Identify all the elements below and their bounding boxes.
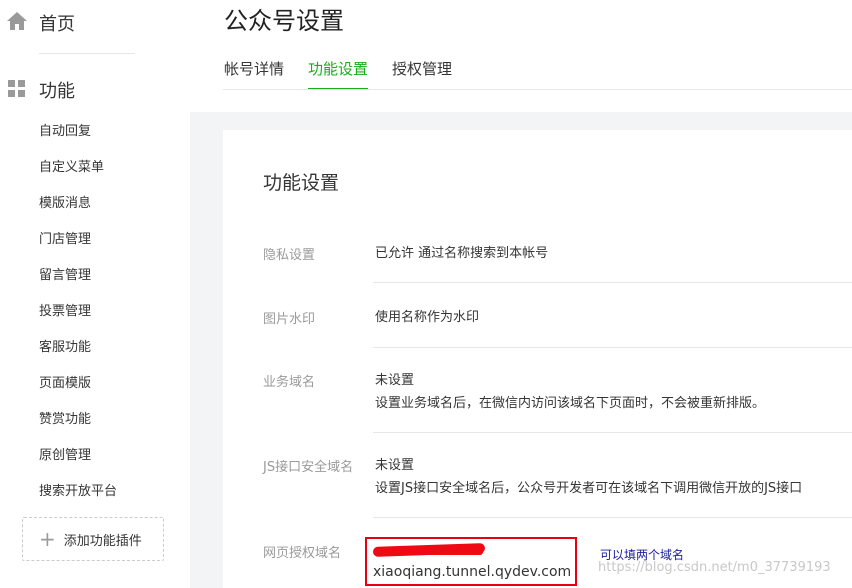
panel-title: 功能设置 [263, 172, 340, 194]
redaction-scribble [427, 549, 483, 555]
sidebar-item-page-template[interactable]: 页面模版 [0, 366, 190, 402]
setting-label: 图片水印 [263, 312, 316, 327]
setting-row-privacy[interactable]: 隐私设置 已允许 通过名称搜索到本帐号 [263, 244, 852, 268]
sidebar-home-label: 首页 [39, 14, 75, 35]
sidebar-item-vote-management[interactable]: 投票管理 [0, 294, 190, 330]
tab-authorization-management[interactable]: 授权管理 [392, 58, 452, 90]
add-plugin-label: 添加功能插件 [63, 533, 142, 549]
sidebar-item-original-management[interactable]: 原创管理 [0, 438, 190, 474]
setting-row-js-api-domain[interactable]: JS接口安全域名 未设置 设置JS接口安全域名后，公众号开发者可在该域名下调用微… [263, 456, 852, 504]
sidebar-home[interactable]: 首页 [0, 0, 190, 44]
row-divider [373, 282, 852, 283]
setting-value: 已允许 通过名称搜索到本帐号 [375, 246, 549, 261]
sidebar-menu: 自动回复 自定义菜单 模版消息 门店管理 留言管理 投票管理 客服功能 页面模版… [0, 114, 190, 510]
setting-label: 隐私设置 [263, 248, 316, 263]
page-header: 公众号设置 帐号详情 功能设置 授权管理 [190, 0, 852, 112]
setting-value: 未设置 [375, 373, 415, 388]
sidebar-item-comment-management[interactable]: 留言管理 [0, 258, 190, 294]
setting-value: 未设置 [375, 458, 415, 473]
setting-label: 业务域名 [263, 375, 316, 390]
grid-icon [8, 80, 25, 97]
sidebar-item-customer-service[interactable]: 客服功能 [0, 330, 190, 366]
settings-panel: 功能设置 隐私设置 已允许 通过名称搜索到本帐号 图片水印 使用名称作为水印 业… [223, 130, 852, 588]
tab-function-settings[interactable]: 功能设置 [308, 58, 369, 90]
sidebar-item-store-management[interactable]: 门店管理 [0, 222, 190, 258]
setting-description: 设置业务域名后，在微信内访问该域名下页面时，不会被重新排版。 [375, 396, 766, 411]
row-divider [373, 517, 852, 518]
setting-row-image-watermark[interactable]: 图片水印 使用名称作为水印 [263, 308, 852, 332]
tab-account-details[interactable]: 帐号详情 [224, 58, 284, 90]
setting-label: 网页授权域名 [263, 546, 342, 561]
sidebar-item-reward[interactable]: 赞赏功能 [0, 402, 190, 438]
sidebar-item-template-message[interactable]: 模版消息 [0, 186, 190, 222]
sidebar-item-auto-reply[interactable]: 自动回复 [0, 114, 190, 150]
sidebar-divider [39, 53, 135, 54]
sidebar-item-custom-menu[interactable]: 自定义菜单 [0, 150, 190, 186]
setting-label: JS接口安全域名 [263, 460, 354, 475]
setting-value: 使用名称作为水印 [375, 310, 480, 325]
highlight-box: xiaoqiang.tunnel.qydev.com [365, 537, 577, 586]
watermark: https://blog.csdn.net/m0_37739193 [598, 560, 831, 575]
add-plugin-button[interactable]: + 添加功能插件 [22, 517, 164, 561]
web-auth-domain-value: xiaoqiang.tunnel.qydev.com [373, 564, 572, 580]
sidebar: 首页 功能 自动回复 自定义菜单 模版消息 门店管理 留言管理 投票管理 客服功… [0, 0, 190, 588]
sidebar-section-label: 功能 [39, 81, 75, 102]
page-title: 公众号设置 [224, 7, 344, 35]
row-divider [373, 432, 852, 433]
home-icon [7, 12, 27, 30]
tab-bar: 帐号详情 功能设置 授权管理 [224, 58, 476, 92]
setting-row-business-domain[interactable]: 业务域名 未设置 设置业务域名后，在微信内访问该域名下页面时，不会被重新排版。 [263, 371, 852, 419]
plus-icon: + [39, 527, 56, 551]
sidebar-section-function: 功能 [0, 74, 190, 104]
setting-description: 设置JS接口安全域名后，公众号开发者可在该域名下调用微信开放的JS接口 [375, 481, 803, 496]
sidebar-item-search-open-platform[interactable]: 搜索开放平台 [0, 474, 190, 510]
row-divider [373, 347, 852, 348]
tab-bar-divider [223, 89, 852, 90]
